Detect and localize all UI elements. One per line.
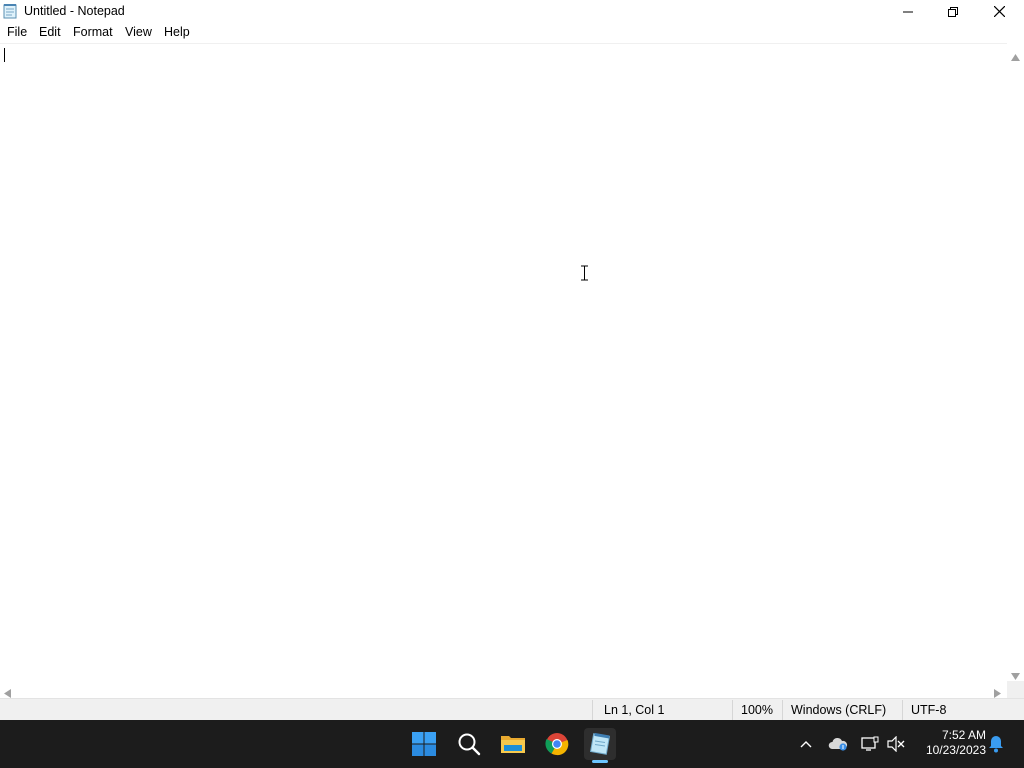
volume-tray-button[interactable]	[886, 734, 906, 754]
text-editor[interactable]	[0, 43, 1007, 682]
start-icon	[412, 732, 436, 756]
notifications-button[interactable]	[986, 734, 1006, 754]
chrome-icon	[545, 733, 569, 756]
minimize-button[interactable]	[885, 0, 931, 23]
status-bar: Ln 1, Col 1 100% Windows (CRLF) UTF-8	[0, 698, 1024, 721]
status-zoom: 100%	[741, 703, 773, 717]
horizontal-scrollbar[interactable]	[0, 681, 1007, 698]
vertical-scrollbar[interactable]	[1007, 43, 1024, 681]
status-encoding: UTF-8	[911, 703, 947, 717]
notepad-window: Untitled - Notepad File Edit Format View…	[0, 0, 1024, 721]
status-divider	[902, 700, 903, 720]
ibeam-cursor-icon	[580, 265, 589, 286]
window-title: Untitled - Notepad	[24, 4, 125, 18]
title-bar[interactable]: Untitled - Notepad	[0, 0, 1024, 23]
menu-help[interactable]: Help	[164, 25, 190, 39]
notepad-app-icon	[3, 4, 17, 19]
start-button[interactable]	[408, 728, 440, 760]
status-cursor-position: Ln 1, Col 1	[604, 703, 665, 717]
network-icon	[861, 736, 879, 751]
chevron-up-icon	[800, 741, 812, 748]
search-icon	[458, 733, 481, 756]
file-explorer-button[interactable]	[497, 728, 529, 760]
restore-button[interactable]	[930, 0, 976, 23]
scroll-up-arrow-icon[interactable]	[1011, 48, 1020, 66]
volume-muted-icon	[887, 736, 905, 752]
text-caret	[4, 48, 5, 62]
active-app-indicator	[592, 760, 608, 763]
file-explorer-icon	[501, 736, 525, 753]
bell-icon	[989, 736, 1003, 753]
taskbar-clock[interactable]: 7:52 AM 10/23/2023	[912, 728, 986, 758]
clock-time: 7:52 AM	[941, 728, 986, 742]
close-icon	[993, 6, 1005, 17]
show-hidden-icons-button[interactable]	[796, 734, 816, 754]
network-tray-button[interactable]	[860, 734, 880, 754]
onedrive-tray-button[interactable]	[828, 734, 848, 754]
menu-format[interactable]: Format	[73, 25, 113, 39]
cloud-icon	[828, 737, 848, 751]
taskbar	[0, 720, 1024, 768]
notepad-icon	[589, 733, 611, 755]
menu-view[interactable]: View	[125, 25, 152, 39]
status-line-ending: Windows (CRLF)	[791, 703, 887, 717]
scrollbar-corner	[1007, 681, 1024, 698]
chrome-button[interactable]	[541, 728, 573, 760]
close-button[interactable]	[976, 0, 1022, 23]
menu-file[interactable]: File	[7, 25, 27, 39]
restore-icon	[948, 6, 958, 17]
status-divider	[782, 700, 783, 720]
search-button[interactable]	[453, 728, 485, 760]
status-divider	[592, 700, 593, 720]
menu-edit[interactable]: Edit	[39, 25, 61, 39]
notepad-taskbar-button[interactable]	[584, 728, 616, 760]
minimize-icon	[903, 11, 913, 12]
clock-date: 10/23/2023	[925, 743, 986, 757]
status-divider	[732, 700, 733, 720]
menu-bar: File Edit Format View Help	[0, 23, 1024, 42]
